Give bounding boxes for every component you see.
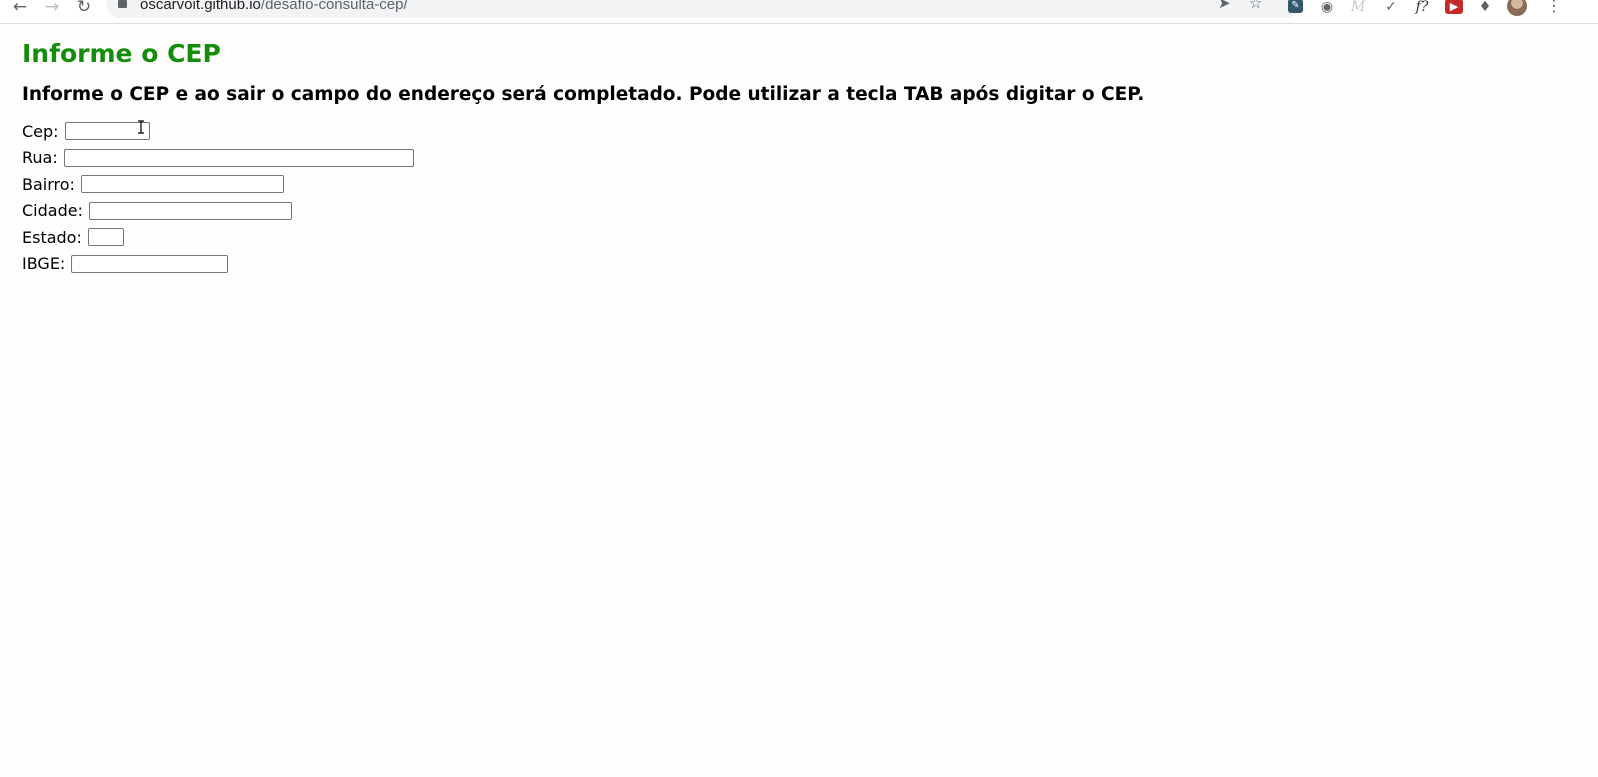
kebab-menu-icon[interactable]: ⋮ (1546, 0, 1562, 16)
cep-label: Cep: (22, 121, 59, 141)
text-cursor-icon (138, 120, 144, 134)
reload-icon[interactable]: ↻ (73, 0, 95, 17)
rua-row: Rua: (22, 145, 1144, 172)
docs-extension-icon[interactable]: ✎ (1288, 0, 1303, 13)
profile-avatar[interactable] (1507, 0, 1527, 16)
ibge-input[interactable] (71, 254, 229, 273)
url-text[interactable]: oscarvoit.github.io/desafio-consulta-cep… (140, 0, 408, 13)
cep-row: Cep: (22, 118, 1144, 145)
fx-extension-icon[interactable]: f? (1413, 0, 1431, 16)
cidade-input[interactable] (88, 201, 292, 220)
estado-row: Estado: (22, 224, 1144, 251)
estado-input[interactable] (87, 228, 124, 247)
m-extension-icon[interactable]: M (1349, 0, 1367, 16)
rua-input[interactable] (63, 148, 414, 167)
ibge-label: IBGE: (22, 254, 66, 274)
puzzle-icon[interactable]: ♦ (1476, 0, 1494, 16)
pdf-extension-icon[interactable]: ▶ (1445, 0, 1463, 14)
camera-icon[interactable]: ◉ (1318, 0, 1336, 16)
cidade-row: Cidade: (22, 198, 1144, 225)
bairro-input[interactable] (80, 175, 284, 194)
page-subtitle: Informe o CEP e ao sair o campo do ender… (22, 84, 1145, 105)
estado-label: Estado: (22, 227, 82, 247)
bairro-row: Bairro: (22, 171, 1144, 198)
arrow-right-icon[interactable]: → (41, 0, 63, 17)
send-icon[interactable]: ➤ (1218, 0, 1231, 11)
page-title: Informe o CEP (22, 39, 221, 68)
rua-label: Rua: (22, 148, 58, 168)
star-icon[interactable]: ☆ (1249, 0, 1262, 11)
address-bar[interactable]: oscarvoit.github.io/desafio-consulta-cep… (106, 0, 1300, 18)
lock-icon[interactable] (118, 0, 127, 8)
page-content: Informe o CEP Informe o CEP e ao sair o … (22, 36, 1144, 277)
eyedropper-icon[interactable]: ✓ (1382, 0, 1400, 16)
cidade-label: Cidade: (22, 201, 83, 221)
browser-toolbar: ← → ↻ oscarvoit.github.io/desafio-consul… (0, 0, 1598, 24)
ibge-row: IBGE: (22, 251, 1144, 278)
bairro-label: Bairro: (22, 174, 75, 194)
arrow-left-icon[interactable]: ← (9, 0, 31, 17)
